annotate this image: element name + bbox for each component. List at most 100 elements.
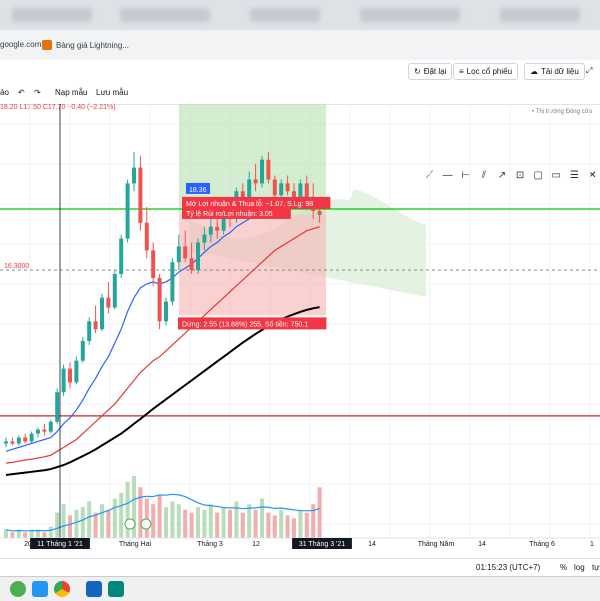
candle-body	[260, 159, 264, 184]
filter-label: Lọc cổ phiếu	[466, 67, 513, 76]
app-icon[interactable]	[108, 581, 124, 597]
volume-bar	[304, 512, 309, 538]
load-template-button[interactable]: Nạp mẫu	[55, 85, 87, 100]
x-axis-tick-label: Tháng 6	[529, 541, 555, 548]
candle-body	[112, 274, 117, 308]
stop-zone	[179, 214, 326, 316]
volume-bar	[176, 504, 181, 538]
candle-body	[119, 238, 124, 275]
x-axis-tick-label: 14	[368, 541, 376, 548]
volume-bar	[68, 515, 72, 538]
volume-bar	[106, 509, 111, 538]
download-icon: ☁	[530, 67, 538, 76]
volume-bar	[279, 509, 284, 538]
reset-button[interactable]: ↻ Đặt lại	[408, 63, 453, 80]
volume-bar	[208, 504, 213, 538]
chrome-icon[interactable]	[54, 581, 70, 597]
browser-tab[interactable]	[500, 8, 580, 22]
volume-bar	[189, 512, 194, 538]
bookmark-google[interactable]: google.com	[0, 40, 41, 49]
load-template-label: Nạp mẫu	[55, 88, 88, 97]
candle-body	[196, 242, 200, 271]
candle-body	[100, 297, 104, 330]
x-axis-tick-label: Tháng Năm	[418, 541, 455, 548]
volume-bar	[285, 515, 290, 538]
browser-tab-strip	[0, 0, 600, 30]
volume-bar	[80, 507, 85, 538]
volume-bar	[100, 504, 104, 538]
x-axis-tick-label: 1	[590, 541, 594, 548]
candle-body	[48, 421, 53, 432]
candle-body	[55, 392, 60, 422]
volume-bar	[266, 512, 271, 538]
candle-body	[317, 210, 322, 215]
volume-bar	[119, 492, 124, 538]
volume-bar	[112, 498, 117, 538]
undo-button[interactable]: ↶	[18, 85, 25, 100]
browser-tab[interactable]	[250, 8, 320, 22]
candle-body	[279, 183, 284, 196]
os-taskbar	[0, 576, 600, 601]
current-price-tag: 18.36	[189, 187, 207, 194]
price-chart[interactable]: Mục tiêu: 7.78 (42.35%) 778, Số tiền: 17…	[0, 104, 600, 558]
candle-body	[80, 341, 85, 361]
redo-button[interactable]: ↷	[34, 85, 41, 100]
save-template-label: Lưu mẫu	[96, 88, 129, 97]
auto-toggle[interactable]: tự	[592, 563, 600, 572]
bookmark-lightning[interactable]: Bảng giá Lightning...	[42, 40, 129, 50]
volume-bar	[183, 509, 188, 538]
candle-body	[68, 368, 72, 383]
volume-bar	[48, 526, 53, 538]
percent-toggle[interactable]: %	[560, 563, 567, 572]
bookmark-label: Bảng giá Lightning...	[56, 40, 129, 50]
save-template-button[interactable]: Lưu mẫu	[96, 85, 128, 100]
candle-body	[36, 429, 40, 434]
volume-bar	[253, 509, 258, 538]
filter-button[interactable]: ≡ Lọc cổ phiếu	[453, 63, 519, 80]
volume-bar	[164, 507, 168, 538]
dividend-marker-icon	[140, 518, 152, 530]
browser-tab[interactable]	[120, 8, 210, 22]
candle-body	[10, 441, 15, 444]
candle-body	[74, 360, 79, 383]
app-icon[interactable]	[32, 581, 48, 597]
volume-bar	[42, 532, 47, 538]
candle-body	[189, 258, 194, 271]
candle-body	[132, 167, 136, 184]
lightning-icon	[42, 40, 52, 50]
volume-bar	[4, 529, 8, 538]
candle-body	[202, 234, 207, 243]
download-button[interactable]: ☁ Tải dữ liệu	[524, 63, 585, 80]
browser-tab[interactable]	[12, 8, 92, 22]
expand-icon: ⤢	[586, 66, 593, 75]
price-marker-text: 16.3000	[4, 263, 29, 270]
candle-body	[164, 301, 168, 322]
candle-body	[125, 183, 130, 239]
volume-bar	[292, 518, 296, 538]
candle-body	[42, 429, 47, 432]
volume-bar	[138, 487, 143, 538]
browser-tab[interactable]	[360, 8, 460, 22]
bookmark-label: google.com	[0, 40, 42, 49]
x-axis-tick-label: 11 Tháng 1 '21	[37, 541, 83, 548]
volume-bar	[23, 532, 28, 538]
candle-body	[304, 183, 309, 200]
bookmarks-bar: google.com Bảng giá Lightning...	[0, 36, 600, 56]
candle-body	[215, 226, 220, 231]
candle-body	[247, 179, 252, 200]
volume-bar	[87, 501, 92, 538]
candle-body	[144, 222, 149, 251]
chart-second-toolbar: ảo ↶ ↷ Nạp mẫu Lưu mẫu ⟋ — ⊢ ⫽ ↗ ⊡ ▢ ▭ ☰…	[0, 82, 600, 181]
volume-bar	[228, 509, 232, 538]
candle-body	[87, 321, 92, 341]
log-toggle[interactable]: log	[574, 563, 585, 572]
app-icon[interactable]	[10, 581, 26, 597]
volume-bar	[272, 515, 277, 538]
volume-ma-line	[5, 493, 320, 532]
candle-body	[151, 250, 156, 278]
volume-bar	[144, 498, 149, 538]
reset-icon: ↻	[414, 67, 421, 76]
expand-button[interactable]: ⤢	[586, 63, 592, 78]
volume-bar	[260, 498, 264, 538]
app-icon[interactable]	[86, 581, 102, 597]
